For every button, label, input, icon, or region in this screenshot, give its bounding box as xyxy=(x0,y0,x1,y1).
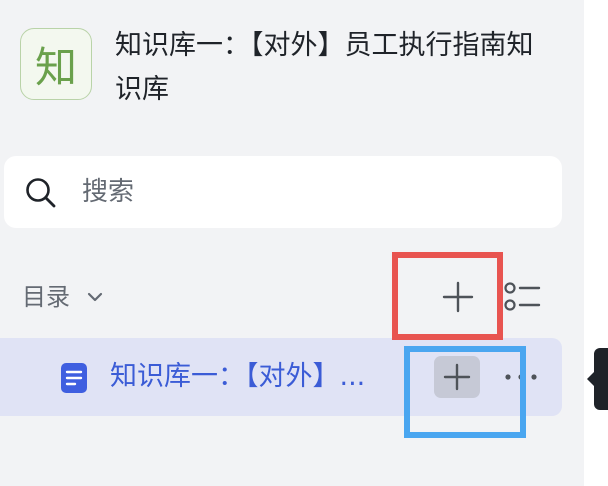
outline-icon[interactable] xyxy=(502,280,542,314)
highlight-box-red xyxy=(392,252,503,340)
chevron-down-icon[interactable] xyxy=(86,288,104,306)
highlight-box-blue xyxy=(404,346,526,438)
knowledge-base-logo: 知 xyxy=(20,28,92,100)
directory-label[interactable]: 目录 xyxy=(22,281,70,313)
tree-item-label: 知识库一：【对外】... xyxy=(110,361,366,392)
knowledge-base-sidebar: 知 知识库一：【对外】员工执行指南知识库 搜索 目录 知识库一：【对外】... xyxy=(0,0,584,486)
knowledge-base-title[interactable]: 知识库一：【对外】员工执行指南知识库 xyxy=(115,24,555,112)
tooltip-edge xyxy=(587,348,608,410)
document-icon xyxy=(61,363,87,393)
search-icon xyxy=(26,178,56,208)
search-placeholder: 搜索 xyxy=(82,177,135,207)
logo-char: 知 xyxy=(34,42,77,92)
content-area-edge xyxy=(584,0,608,486)
search-box[interactable]: 搜索 xyxy=(4,156,562,228)
